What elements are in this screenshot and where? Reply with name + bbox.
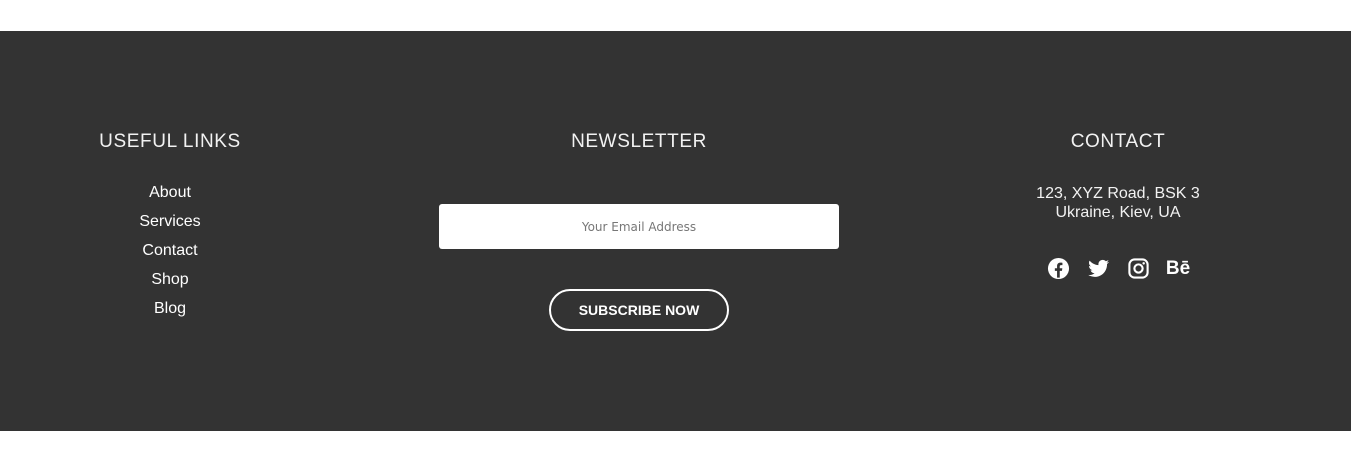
contact-address: 123, XYZ Road, BSK 3 Ukraine, Kiev, UA [988,184,1248,222]
facebook-icon[interactable] [1047,257,1070,280]
site-footer: USEFUL LINKS About Services Contact Shop… [0,31,1351,431]
link-about[interactable]: About [40,183,300,212]
newsletter-heading: NEWSLETTER [571,131,707,152]
behance-icon[interactable]: Bē [1166,257,1190,280]
twitter-icon[interactable] [1087,257,1110,280]
link-services[interactable]: Services [40,212,300,241]
link-shop[interactable]: Shop [40,270,300,299]
contact-heading: CONTACT [1070,131,1166,152]
link-blog[interactable]: Blog [40,299,300,328]
address-line-2: Ukraine, Kiev, UA [1055,204,1181,221]
subscribe-button[interactable]: SUBSCRIBE NOW [549,289,729,331]
instagram-icon[interactable] [1127,257,1150,280]
useful-links-heading: USEFUL LINKS [99,131,241,152]
link-contact[interactable]: Contact [40,241,300,270]
address-line-1: 123, XYZ Road, BSK 3 [1036,185,1200,202]
useful-links-list: About Services Contact Shop Blog [40,183,300,328]
email-input[interactable] [439,204,839,249]
social-links: Bē [988,257,1248,280]
